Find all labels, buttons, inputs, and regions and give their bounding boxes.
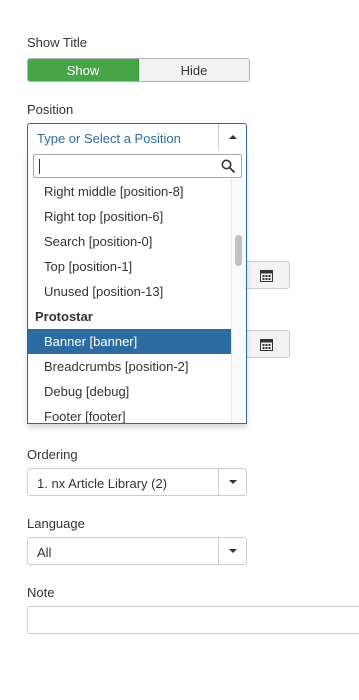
position-option[interactable]: Search [position-0] [28,229,232,254]
position-option[interactable]: Top [position-1] [28,254,232,279]
note-label: Note [27,585,55,600]
ordering-select[interactable]: 1. nx Article Library (2) [27,468,247,496]
position-option[interactable]: Unused [position-13] [28,279,232,304]
ordering-label: Ordering [27,447,78,462]
position-search-input[interactable] [33,154,242,178]
finish-publishing-calendar-button[interactable] [242,330,290,358]
language-select[interactable]: All [27,537,247,565]
show-title-label: Show Title [27,35,87,50]
position-option[interactable]: Debug [debug] [28,379,232,404]
language-label: Language [27,516,85,531]
calendar-icon [259,269,273,282]
position-results-list: Right middle [position-8] Right top [posi… [28,179,232,423]
position-option[interactable]: Breadcrumbs [position-2] [28,354,232,379]
position-select[interactable]: Type or Select a Position [27,123,247,151]
chevron-up-icon [228,135,237,139]
text-cursor [39,159,40,174]
position-placeholder: Type or Select a Position [37,131,181,146]
ordering-toggle-button[interactable] [218,469,246,495]
position-option[interactable]: Right middle [position-8] [28,179,232,204]
language-value: All [37,545,52,560]
position-toggle-button[interactable] [218,124,246,150]
position-option[interactable]: Footer [footer] [28,404,232,423]
ordering-value: 1. nx Article Library (2) [37,476,168,491]
language-toggle-button[interactable] [218,538,246,564]
chevron-down-icon [228,480,237,484]
search-icon [221,159,235,173]
show-title-toggle: Show Hide [27,58,250,82]
position-group-header: Protostar [35,309,93,324]
scrollbar-thumb[interactable] [235,235,242,266]
dropdown-scrollbar[interactable] [231,179,246,423]
hide-button[interactable]: Hide [139,59,249,81]
position-label: Position [27,102,74,117]
position-dropdown: Right middle [position-8] Right top [posi… [27,150,247,424]
position-option[interactable]: Right top [position-6] [28,204,232,229]
note-input[interactable] [27,606,359,634]
start-publishing-calendar-button[interactable] [242,261,290,289]
position-option[interactable]: Banner [banner] [28,329,232,354]
calendar-icon [259,338,273,351]
chevron-down-icon [228,549,237,553]
show-button[interactable]: Show [28,59,139,81]
